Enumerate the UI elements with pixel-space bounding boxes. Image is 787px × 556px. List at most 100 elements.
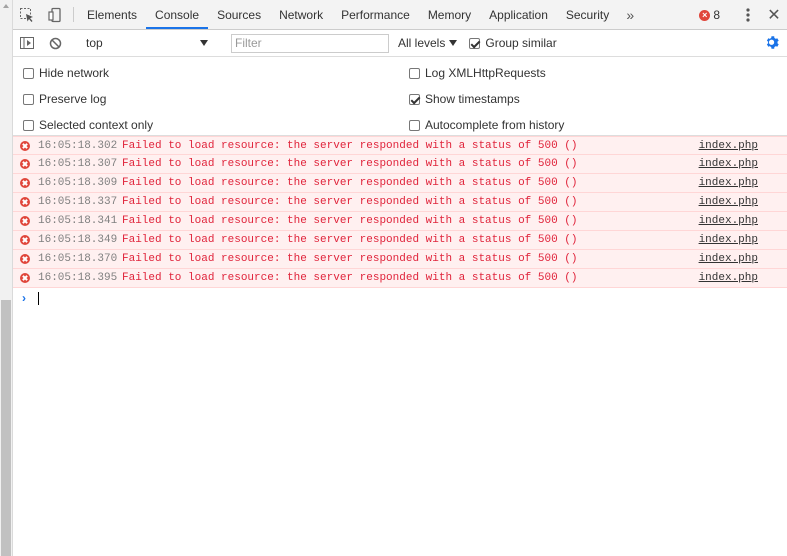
console-error-row: 16:05:18.337 Failed to load resource: the… xyxy=(13,193,787,212)
console-settings-pane: Hide network Preserve log Selected conte… xyxy=(13,57,787,136)
preserve-log-label: Preserve log xyxy=(39,92,107,106)
error-count: 8 xyxy=(713,8,720,22)
message-timestamp: 16:05:18.337 xyxy=(38,196,118,208)
message-source-link[interactable]: index.php xyxy=(699,158,758,170)
console-settings-gear-icon[interactable] xyxy=(765,35,780,53)
hide-network-option[interactable]: Hide network xyxy=(23,66,109,80)
message-text: Failed to load resource: the server resp… xyxy=(122,234,578,246)
scroll-up-arrow-icon[interactable] xyxy=(3,4,9,8)
error-icon xyxy=(20,141,30,151)
message-text: Failed to load resource: the server resp… xyxy=(122,158,578,170)
show-sidebar-icon[interactable] xyxy=(13,37,41,49)
autocomplete-history-option[interactable]: Autocomplete from history xyxy=(409,118,564,132)
autocomplete-history-label: Autocomplete from history xyxy=(425,118,565,132)
tab-console[interactable]: Console xyxy=(146,0,209,29)
message-text: Failed to load resource: the server resp… xyxy=(122,196,578,208)
error-icon xyxy=(20,216,30,226)
show-timestamps-option[interactable]: Show timestamps xyxy=(409,92,520,106)
group-similar-checkbox[interactable] xyxy=(469,37,481,49)
customize-menu-icon[interactable] xyxy=(735,8,761,22)
message-timestamp: 16:05:18.349 xyxy=(38,234,118,246)
hide-network-checkbox[interactable] xyxy=(23,67,34,79)
text-caret xyxy=(38,292,39,305)
error-icon xyxy=(20,178,30,188)
levels-label: All levels xyxy=(398,36,446,50)
filter-input[interactable] xyxy=(231,33,389,53)
selected-context-option[interactable]: Selected context only xyxy=(23,118,153,132)
error-icon xyxy=(20,273,30,283)
log-levels-dropdown[interactable]: All levels xyxy=(398,36,458,50)
group-similar-label: Group similar xyxy=(485,36,557,50)
error-icon xyxy=(20,254,30,264)
prompt-chevron-icon: › xyxy=(22,291,26,305)
dropdown-arrow-icon xyxy=(449,40,458,46)
console-error-row: 16:05:18.395 Failed to load resource: the… xyxy=(13,269,787,288)
page-scrollbar[interactable] xyxy=(0,0,13,556)
error-icon xyxy=(20,197,30,207)
tab-sources[interactable]: Sources xyxy=(208,0,270,29)
message-timestamp: 16:05:18.395 xyxy=(38,272,118,284)
tab-performance[interactable]: Performance xyxy=(332,0,419,29)
console-toolbar: top All levels Group similar xyxy=(13,30,787,57)
devtools-tabbar: Elements Console Sources Network Performance… xyxy=(13,0,787,30)
autocomplete-history-checkbox[interactable] xyxy=(409,119,420,131)
preserve-log-checkbox[interactable] xyxy=(23,93,34,105)
message-source-link[interactable]: index.php xyxy=(699,215,758,227)
message-text: Failed to load resource: the server resp… xyxy=(122,139,578,152)
console-messages: 16:05:18.302 Failed to load resource: the… xyxy=(13,136,787,288)
error-badge-icon: × xyxy=(699,9,711,21)
log-xhr-label: Log XMLHttpRequests xyxy=(425,66,546,80)
message-timestamp: 16:05:18.309 xyxy=(38,177,118,189)
message-source-link[interactable]: index.php xyxy=(699,140,758,152)
console-error-row: 16:05:18.307 Failed to load resource: the… xyxy=(13,155,787,174)
message-timestamp: 16:05:18.341 xyxy=(38,215,118,227)
message-timestamp: 16:05:18.307 xyxy=(38,158,118,170)
show-timestamps-checkbox[interactable] xyxy=(409,93,420,105)
log-xhr-option[interactable]: Log XMLHttpRequests xyxy=(409,66,546,80)
message-source-link[interactable]: index.php xyxy=(699,234,758,246)
message-source-link[interactable]: index.php xyxy=(699,196,758,208)
console-prompt[interactable]: › xyxy=(13,288,787,308)
inspect-element-icon[interactable] xyxy=(13,0,41,29)
console-error-row: 16:05:18.302 Failed to load resource: the… xyxy=(13,136,787,155)
selected-context-label: Selected context only xyxy=(39,118,154,132)
error-counter[interactable]: × 8 xyxy=(693,8,726,22)
tab-elements[interactable]: Elements xyxy=(78,0,146,29)
preserve-log-option[interactable]: Preserve log xyxy=(23,92,106,106)
scrollbar-thumb[interactable] xyxy=(1,300,11,556)
context-selector[interactable]: top xyxy=(86,34,212,53)
message-timestamp: 16:05:18.302 xyxy=(38,139,118,152)
tab-divider xyxy=(73,7,74,22)
message-text: Failed to load resource: the server resp… xyxy=(122,272,578,284)
tab-list: Elements Console Sources Network Performance… xyxy=(78,0,618,29)
message-text: Failed to load resource: the server resp… xyxy=(122,215,578,227)
message-source-link[interactable]: index.php xyxy=(699,253,758,265)
error-icon xyxy=(20,159,30,169)
console-error-row: 16:05:18.349 Failed to load resource: the… xyxy=(13,231,787,250)
message-source-link[interactable]: index.php xyxy=(699,272,758,284)
close-devtools-icon[interactable]: ✕ xyxy=(761,5,787,25)
dropdown-arrow-icon xyxy=(200,40,208,46)
message-source-link[interactable]: index.php xyxy=(699,177,758,189)
tab-application[interactable]: Application xyxy=(480,0,557,29)
console-error-row: 16:05:18.370 Failed to load resource: the… xyxy=(13,250,787,269)
console-error-row: 16:05:18.309 Failed to load resource: the… xyxy=(13,174,787,193)
hide-network-label: Hide network xyxy=(39,66,110,80)
console-error-row: 16:05:18.341 Failed to load resource: the… xyxy=(13,212,787,231)
error-icon xyxy=(20,235,30,245)
selected-context-checkbox[interactable] xyxy=(23,119,34,131)
tab-security[interactable]: Security xyxy=(557,0,618,29)
tab-memory[interactable]: Memory xyxy=(419,0,480,29)
more-tabs-icon[interactable]: » xyxy=(618,0,642,29)
tab-network[interactable]: Network xyxy=(270,0,332,29)
message-text: Failed to load resource: the server resp… xyxy=(122,253,578,265)
devtools-panel: Elements Console Sources Network Performance… xyxy=(13,0,787,556)
context-value: top xyxy=(86,36,103,50)
message-text: Failed to load resource: the server resp… xyxy=(122,177,578,189)
message-timestamp: 16:05:18.370 xyxy=(38,253,118,265)
tabbar-right-controls: × 8 ✕ xyxy=(693,0,787,30)
clear-console-icon[interactable] xyxy=(41,37,69,50)
device-toolbar-icon[interactable] xyxy=(41,0,69,29)
group-similar-toggle[interactable]: Group similar xyxy=(469,36,557,50)
log-xhr-checkbox[interactable] xyxy=(409,67,420,79)
